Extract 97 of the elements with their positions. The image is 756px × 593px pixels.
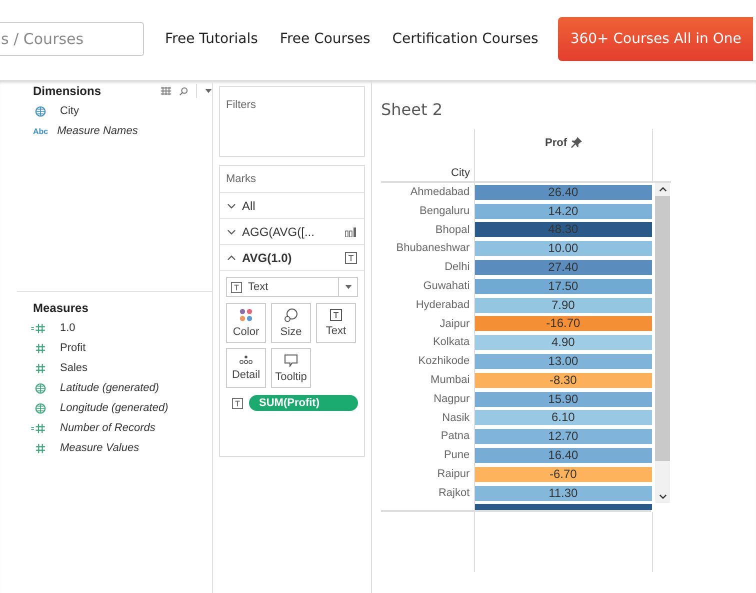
chevron-down-icon (227, 202, 236, 208)
nav-link[interactable]: Free Courses (280, 31, 370, 47)
scroll-down-icon[interactable] (658, 494, 666, 499)
hash-icon (35, 342, 46, 354)
profit-cell: 6.10 (474, 410, 652, 426)
search-icon[interactable] (179, 86, 188, 96)
profit-cell: -6.70 (474, 466, 652, 482)
city-label: Delhi (444, 261, 470, 274)
city-label: Bhopal (435, 224, 470, 236)
city-label: Kolkata (432, 336, 470, 348)
profit-cell: 10.00 (474, 241, 652, 256)
sheet-title: Sheet 2 (381, 100, 444, 119)
row-header: City (451, 167, 470, 179)
section-title: Measures (33, 301, 88, 315)
measure-field[interactable]: Measure Values (60, 442, 140, 454)
layer-label: AVG(1.0) (242, 250, 293, 264)
speech-bubble-icon (284, 354, 298, 366)
nav-link[interactable]: Free Tutorials (165, 31, 258, 47)
profit-cell: 12.70 (474, 429, 652, 444)
list-view-icon[interactable] (161, 87, 171, 95)
search-field[interactable]: s / Courses (0, 22, 144, 56)
globe-icon (35, 106, 46, 116)
profit-cell: 4.90 (474, 335, 652, 350)
type-label: Abc (33, 126, 48, 136)
mark-property-button[interactable]: Detail (226, 348, 266, 388)
measure-field[interactable]: Profit (60, 342, 86, 354)
measure-field[interactable]: Longitude (generated) (60, 402, 168, 414)
profit-cell: -16.70 (474, 316, 652, 332)
profit-cell: 16.40 (474, 448, 652, 464)
mark-property-button[interactable]: Tooltip (271, 348, 311, 388)
hash-icon (35, 362, 46, 374)
city-label: Patna (440, 430, 470, 442)
dropdown-caret-icon (345, 285, 352, 289)
city-label: Hyderabad (416, 298, 470, 311)
profit-cell: 11.30 (474, 486, 652, 501)
chevron-up-icon (227, 254, 236, 260)
column-header: Prof (545, 137, 567, 149)
profit-cell: 7.90 (474, 298, 652, 313)
profit-cell: 48.30 (474, 222, 652, 238)
city-label: Ahmedabad (410, 186, 470, 198)
mark-property-button[interactable]: Size (271, 303, 311, 343)
marks-layer[interactable]: AVG(1.0) (220, 245, 364, 271)
scroll-up-icon[interactable] (658, 187, 666, 192)
calculated-hash-icon (31, 422, 46, 434)
measure-field[interactable]: 1.0 (60, 322, 76, 334)
city-label: Guwahati (423, 280, 470, 292)
mark-property-button[interactable]: Color (226, 303, 266, 343)
text-mark-icon (345, 252, 357, 264)
city-label: Jaipur (440, 318, 470, 330)
profit-cell: 14.20 (474, 204, 652, 219)
city-label: Pune (444, 449, 470, 462)
profit-cell: -8.30 (474, 372, 652, 388)
profit-cell: 13.00 (474, 354, 652, 370)
dimension-field[interactable]: Measure Names (57, 125, 138, 137)
text-mark-icon (330, 309, 342, 321)
marks-layer[interactable]: AGG(AVG([... (220, 219, 364, 245)
calculated-hash-icon (31, 322, 46, 334)
shelf-title: Marks (220, 166, 364, 193)
nav-link[interactable]: Certification Courses (392, 31, 538, 47)
profit-cell: 26.40 (474, 184, 652, 200)
mark-type-dropdown[interactable]: Text (226, 277, 358, 297)
text-mark-icon (231, 282, 242, 292)
profit-cell: 17.50 (474, 278, 652, 294)
city-label: Kozhikode (418, 355, 470, 368)
color-dots-icon (239, 308, 253, 322)
detail-dots-icon (239, 355, 253, 365)
city-label: Bhubaneshwar (396, 242, 470, 254)
profit-cell: 27.40 (474, 260, 652, 276)
dropdown-caret-icon[interactable] (205, 89, 212, 93)
text-mark-icon (232, 398, 243, 408)
city-label: Raipur (437, 468, 470, 480)
layer-label: AGG(AVG([... (242, 224, 316, 238)
profit-cell: 15.90 (474, 392, 652, 407)
measure-field[interactable]: Sales (60, 362, 88, 374)
courses-button[interactable]: 360+ Courses All in One (558, 17, 754, 61)
shelf-title: Filters (226, 99, 256, 111)
scrollbar[interactable] (655, 183, 670, 503)
filters-shelf[interactable]: Filters (219, 86, 365, 157)
globe-icon (35, 382, 46, 394)
layer-label: All (242, 198, 256, 212)
marks-layer[interactable]: All (220, 193, 364, 219)
mark-property-button[interactable]: Text (316, 303, 356, 343)
size-circles-icon (284, 308, 298, 322)
city-label: Rajkot (438, 486, 470, 499)
chevron-down-icon (227, 228, 236, 234)
city-label: Bengaluru (420, 204, 470, 217)
measure-field[interactable]: Number of Records (60, 422, 156, 434)
hash-icon (35, 442, 46, 454)
dimension-field[interactable]: City (60, 105, 79, 117)
city-label: Nasik (442, 412, 470, 424)
bar-chart-icon (345, 226, 357, 236)
measure-field[interactable]: Latitude (generated) (60, 382, 160, 394)
city-label: Mumbai (430, 374, 470, 386)
section-title: Dimensions (33, 84, 102, 98)
city-label: Nagpur (434, 392, 470, 405)
globe-icon (35, 402, 46, 414)
pin-icon[interactable] (571, 137, 582, 148)
